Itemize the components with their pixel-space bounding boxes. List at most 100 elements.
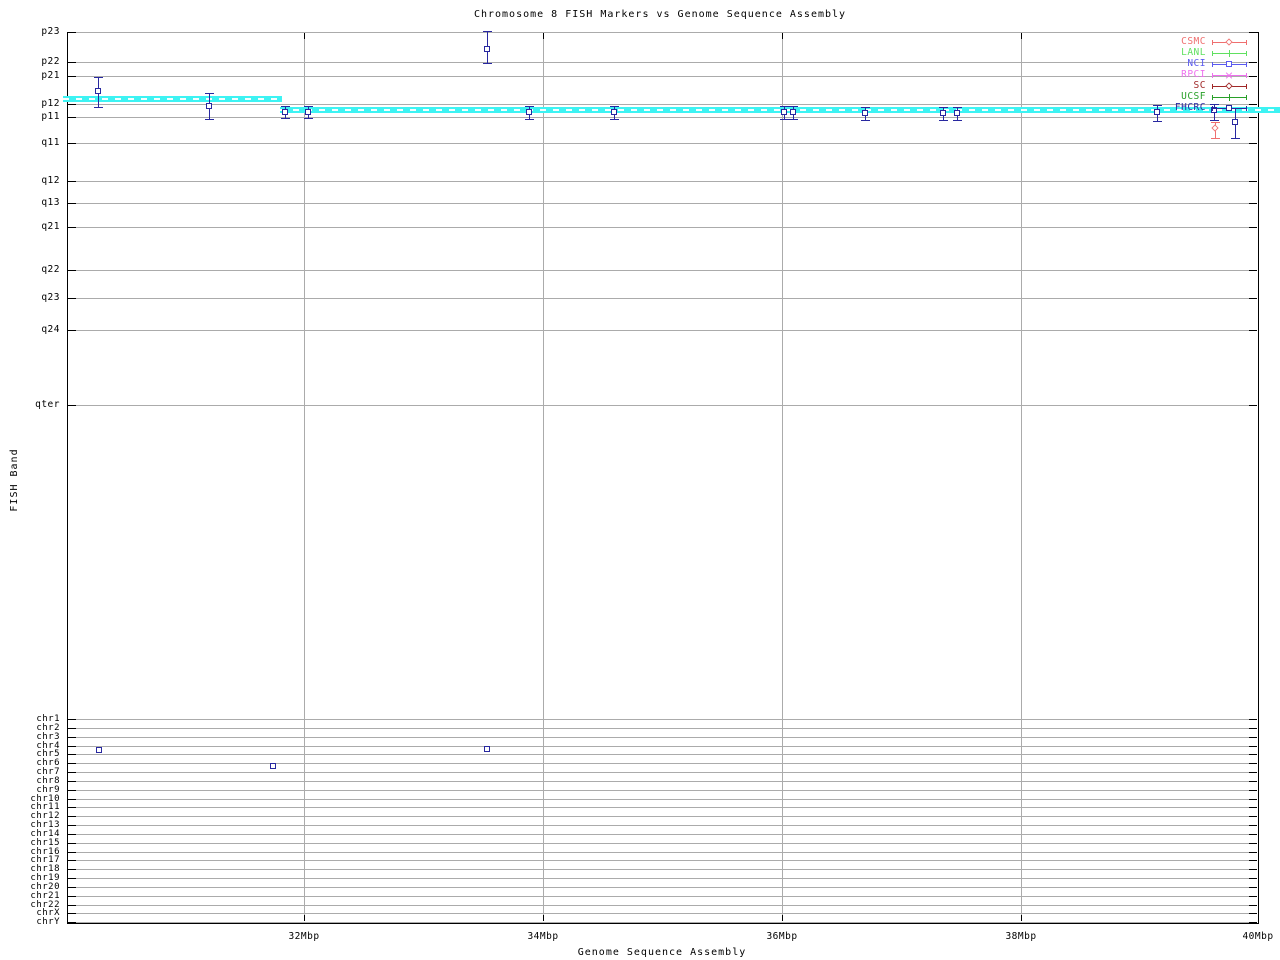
y-axis-label: FISH Band (9, 448, 20, 512)
ytick-left-chr19 (68, 878, 76, 879)
xtick-bottom-32Mbp (304, 915, 305, 921)
ytick-right-q12 (1249, 181, 1257, 182)
gridline-h-q21 (68, 227, 1257, 228)
ytick-right-q22 (1249, 270, 1257, 271)
y-tick-label-p23: p23 (41, 26, 60, 37)
gridline-v-38Mbp (1021, 33, 1022, 921)
gridline-v-32Mbp (304, 33, 305, 921)
legend-label-sc: SC (1193, 80, 1206, 91)
x-tick-label-34Mbp: 34Mbp (527, 931, 559, 942)
errorbar-cap-bottom-FHCRC (205, 119, 214, 120)
ytick-left-q24 (68, 330, 76, 331)
ytick-right-q11 (1249, 143, 1257, 144)
ytick-left-chrX (68, 913, 76, 914)
gridline-h-chr6 (68, 763, 1257, 764)
gridline-h-chr20 (68, 887, 1257, 888)
ytick-right-q24 (1249, 330, 1257, 331)
ytick-left-chrY (68, 922, 76, 923)
legend-sample-capL (1212, 95, 1213, 100)
data-point-FHCRC (1232, 119, 1238, 125)
ytick-right-chr2 (1249, 728, 1257, 729)
gridline-h-chr18 (68, 869, 1257, 870)
gridline-h-chr22 (68, 905, 1257, 906)
gridline-h-chr8 (68, 781, 1257, 782)
gridline-h-chr17 (68, 860, 1257, 861)
legend-sample-capR (1246, 73, 1247, 78)
legend-sample-capL (1212, 51, 1213, 56)
ytick-left-p23 (68, 32, 76, 33)
y-tick-label-q12: q12 (41, 175, 60, 186)
data-point-FHCRC (484, 46, 490, 52)
ytick-right-chr5 (1249, 754, 1257, 755)
legend-label-fhcrc: FHCRC (1174, 102, 1206, 113)
ytick-right-chr14 (1249, 834, 1257, 835)
gridline-h-chr21 (68, 896, 1257, 897)
y-tick-label-q13: q13 (41, 197, 60, 208)
errorbar-cap-top-FHCRC (281, 106, 290, 107)
data-point-FHCRC (305, 109, 311, 115)
errorbar-cap-bottom-FHCRC (789, 119, 798, 120)
ytick-left-qter (68, 405, 76, 406)
ytick-left-chr22 (68, 905, 76, 906)
ytick-left-q12 (68, 181, 76, 182)
chart-title: Chromosome 8 FISH Markers vs Genome Sequ… (473, 9, 847, 20)
errorbar-cap-top-FHCRC (861, 107, 870, 108)
assembly-track-dashes (63, 98, 282, 100)
ytick-right-chr1 (1249, 719, 1257, 720)
data-point-FHCRC (862, 110, 868, 116)
data-point-FHCRC (206, 103, 212, 109)
ytick-right-chr21 (1249, 896, 1257, 897)
ytick-left-chr13 (68, 825, 76, 826)
gridline-h-chr14 (68, 834, 1257, 835)
gridline-h-chr16 (68, 852, 1257, 853)
data-point-FHCRC-other-chromosome-hits (270, 763, 276, 769)
errorbar-cap-bottom-FHCRC (1231, 138, 1240, 139)
ytick-right-chr6 (1249, 763, 1257, 764)
ytick-right-chr13 (1249, 825, 1257, 826)
gridline-h-chr11 (68, 807, 1257, 808)
ytick-right-chr17 (1249, 860, 1257, 861)
gridline-h-q24 (68, 330, 1257, 331)
ytick-right-chr19 (1249, 878, 1257, 879)
gridline-h-chr5 (68, 754, 1257, 755)
ytick-left-chr9 (68, 790, 76, 791)
legend-sample-capL (1212, 40, 1213, 45)
legend-sample-capL (1212, 84, 1213, 89)
assembly-track-segment-1 (63, 96, 282, 102)
legend-sample-capL (1212, 73, 1213, 78)
x-tick-label-32Mbp: 32Mbp (288, 931, 320, 942)
legend-label-lanl: LANL (1181, 47, 1206, 58)
y-tick-label-p22: p22 (41, 56, 60, 67)
errorbar-cap-bottom-FHCRC (861, 120, 870, 121)
y-tick-label-chrY: chrY (36, 917, 60, 927)
ytick-left-chr3 (68, 737, 76, 738)
x-tick-label-40Mbp: 40Mbp (1242, 931, 1274, 942)
ytick-left-q21 (68, 227, 76, 228)
ytick-right-chr3 (1249, 737, 1257, 738)
gridline-h-chr9 (68, 790, 1257, 791)
gridline-h-chr2 (68, 728, 1257, 729)
ytick-right-q23 (1249, 298, 1257, 299)
y-tick-label-p12: p12 (41, 98, 60, 109)
y-tick-label-q11: q11 (41, 137, 60, 148)
ytick-right-p23 (1249, 32, 1257, 33)
ytick-right-chrX (1249, 913, 1257, 914)
xtick-top-36Mbp (782, 33, 783, 39)
gridline-h-chr3 (68, 737, 1257, 738)
gridline-h-p12 (68, 104, 1257, 105)
y-tick-label-p21: p21 (41, 70, 60, 81)
ytick-right-chr9 (1249, 790, 1257, 791)
ytick-left-q23 (68, 298, 76, 299)
legend-label-ucsf: UCSF (1181, 91, 1206, 102)
ytick-left-chr17 (68, 860, 76, 861)
gridline-h-q13 (68, 203, 1257, 204)
ytick-right-chr16 (1249, 852, 1257, 853)
gridline-v-34Mbp (543, 33, 544, 921)
ytick-right-chr10 (1249, 799, 1257, 800)
ytick-left-chr2 (68, 728, 76, 729)
y-tick-label-q21: q21 (41, 221, 60, 232)
gridline-h-chr13 (68, 825, 1257, 826)
errorbar-cap-top-CSMC (1211, 122, 1220, 123)
errorbar-cap-bottom-FHCRC (610, 119, 619, 120)
errorbar-cap-bottom-FHCRC (94, 107, 103, 108)
